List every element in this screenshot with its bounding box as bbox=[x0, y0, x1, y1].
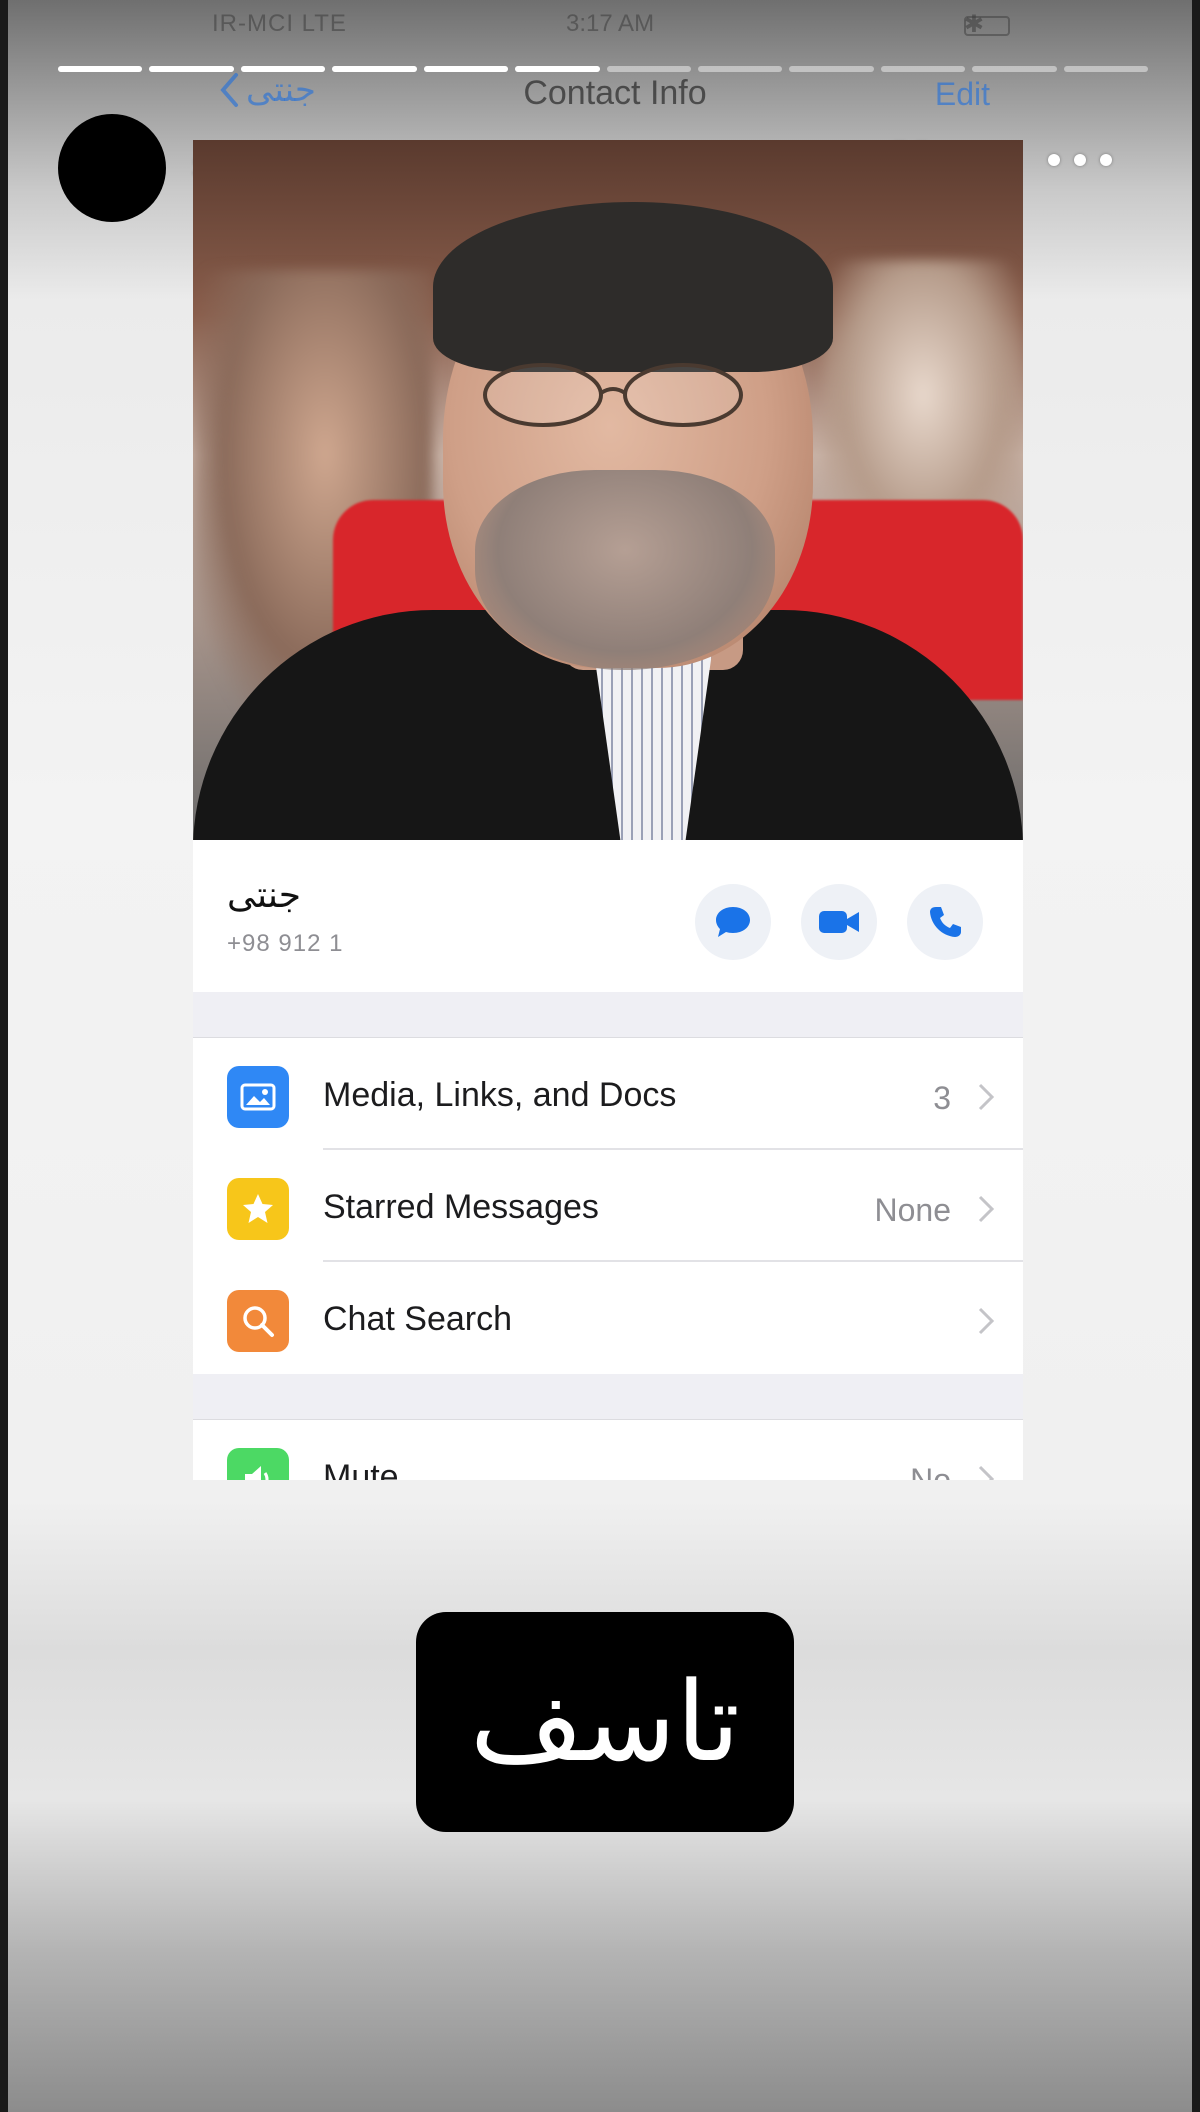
row-label: Mute bbox=[323, 1458, 399, 1480]
edit-button: Edit bbox=[934, 76, 990, 112]
starred-messages-row[interactable]: Starred Messages None bbox=[193, 1150, 1023, 1262]
avatar[interactable] bbox=[58, 114, 166, 222]
section-gap bbox=[193, 1374, 1023, 1420]
contact-phone: +98 912 1 bbox=[227, 930, 344, 957]
story-progress bbox=[58, 66, 1149, 72]
row-value: 3 bbox=[933, 1080, 951, 1116]
progress-segment bbox=[515, 66, 600, 72]
video-call-button[interactable] bbox=[801, 884, 877, 960]
photo-icon bbox=[227, 1066, 289, 1128]
chevron-right-icon bbox=[978, 1307, 995, 1335]
message-icon bbox=[716, 907, 750, 937]
row-value: No bbox=[910, 1462, 951, 1480]
contact-name: جنتی bbox=[227, 874, 301, 915]
star-icon bbox=[227, 1178, 289, 1240]
status-time: 3:17 AM bbox=[566, 10, 655, 37]
chevron-right-icon bbox=[978, 1195, 995, 1223]
speaker-icon bbox=[227, 1448, 289, 1480]
progress-segment bbox=[149, 66, 234, 72]
row-label: Starred Messages bbox=[323, 1188, 599, 1226]
progress-segment bbox=[58, 66, 143, 72]
message-button[interactable] bbox=[695, 884, 771, 960]
section-gap bbox=[193, 992, 1023, 1038]
row-value: None bbox=[874, 1192, 952, 1228]
video-call-icon bbox=[819, 911, 859, 933]
progress-segment bbox=[332, 66, 417, 72]
sticker-text: تاسف bbox=[469, 1658, 741, 1786]
chat-search-row[interactable]: Chat Search bbox=[193, 1262, 1023, 1374]
nav-title: Contact Info bbox=[523, 74, 707, 112]
story-viewer[interactable]: IR-MCI LTE 3:17 AM ✱ جنتی Contact Info E… bbox=[0, 0, 1200, 2112]
media-links-docs-row[interactable]: Media, Links, and Docs 3 bbox=[193, 1038, 1023, 1150]
progress-segment bbox=[423, 66, 509, 72]
text-sticker: تاسف bbox=[416, 1612, 794, 1832]
chevron-right-icon bbox=[978, 1083, 995, 1111]
progress-segment bbox=[1063, 66, 1149, 72]
row-label: Chat Search bbox=[323, 1300, 512, 1338]
contact-screenshot: جنتی +98 912 1 Media, Links, and Docs 3 bbox=[193, 140, 1023, 1480]
progress-segment bbox=[606, 66, 691, 72]
contact-photo bbox=[193, 140, 1023, 840]
phone-icon bbox=[930, 907, 961, 937]
phone-call-button[interactable] bbox=[907, 884, 983, 960]
progress-segment bbox=[697, 66, 783, 72]
battery-icon bbox=[964, 16, 1010, 36]
contact-header: جنتی +98 912 1 bbox=[193, 840, 1023, 992]
progress-segment bbox=[880, 66, 966, 72]
progress-segment bbox=[789, 66, 874, 72]
mute-row[interactable]: Mute No bbox=[193, 1420, 1023, 1480]
more-options-icon[interactable] bbox=[1048, 154, 1120, 176]
chevron-right-icon bbox=[978, 1465, 995, 1480]
search-icon bbox=[227, 1290, 289, 1352]
progress-segment bbox=[972, 66, 1057, 72]
row-label: Media, Links, and Docs bbox=[323, 1076, 677, 1114]
contact-nav-bar: جنتی Contact Info Edit bbox=[0, 70, 1200, 120]
progress-segment bbox=[240, 66, 326, 72]
status-bar: IR-MCI LTE 3:17 AM ✱ bbox=[0, 6, 1200, 46]
carrier-label: IR-MCI LTE bbox=[212, 10, 347, 37]
